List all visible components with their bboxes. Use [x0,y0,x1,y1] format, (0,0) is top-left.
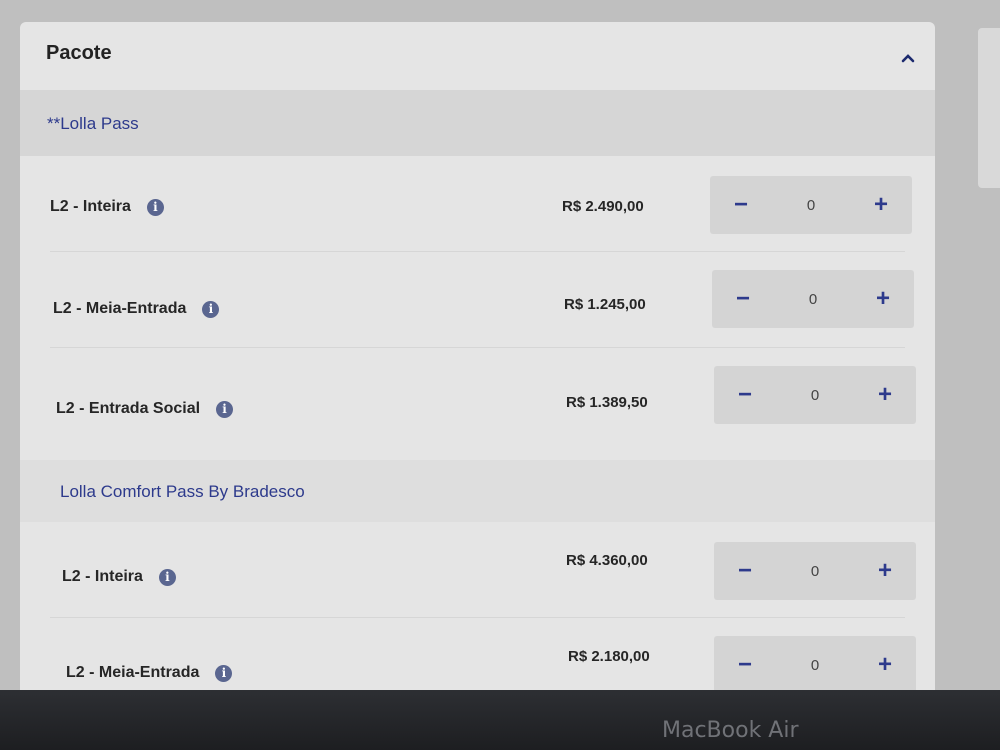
ticket-price: R$ 4.360,00 [566,552,648,569]
info-icon[interactable]: i [215,664,233,682]
collapse-button[interactable] [896,48,920,68]
quantity-value: 0 [810,656,820,674]
quantity-value: 0 [808,290,818,308]
plus-icon: + [877,557,892,584]
ticket-row: L2 - Inteira i R$ 2.490,00 − 0 + [20,156,935,252]
ticket-row: L2 - Entrada Social i R$ 1.389,50 − 0 + [20,348,935,460]
info-icon[interactable]: i [216,400,234,418]
card-header: Pacote [20,22,935,90]
minus-icon: − [737,557,752,584]
section-title: **Lolla Pass [47,114,139,133]
increment-button[interactable]: + [858,270,908,328]
ticket-price: R$ 2.180,00 [568,648,650,665]
info-icon[interactable]: i [202,300,220,318]
increment-button[interactable]: + [856,176,906,234]
ticket-label: L2 - Meia-Entrada i [66,664,233,682]
ticket-price: R$ 1.389,50 [566,394,648,411]
quantity-stepper: − 0 + [714,542,916,600]
quantity-stepper: − 0 + [714,366,916,424]
quantity-value: 0 [806,196,816,214]
decrement-button[interactable]: − [720,366,770,424]
ticket-label-text: L2 - Meia-Entrada [66,664,200,681]
ticket-row: L2 - Meia-Entrada i R$ 1.245,00 − 0 + [20,252,935,348]
quantity-stepper: − 0 + [712,270,914,328]
quantity-stepper: − 0 + [714,636,916,694]
ticket-price: R$ 1.245,00 [564,296,646,313]
increment-button[interactable]: + [860,636,910,694]
decrement-button[interactable]: − [720,542,770,600]
card-title: Pacote [46,42,112,64]
section-header-lolla-comfort-pass: Lolla Comfort Pass By Bradesco [20,460,935,522]
ticket-row: L2 - Inteira i R$ 4.360,00 − 0 + [20,522,935,618]
ticket-label-text: L2 - Entrada Social [56,400,201,417]
ticket-label: L2 - Inteira i [50,198,164,216]
package-card: Pacote **Lolla Pass L2 - Inteira i R$ 2.… [20,22,935,700]
ticket-price: R$ 2.490,00 [562,198,644,215]
ticket-label: L2 - Meia-Entrada i [53,300,220,318]
decrement-button[interactable]: − [720,636,770,694]
ticket-label: L2 - Inteira i [62,568,176,586]
plus-icon: + [877,651,892,678]
quantity-value: 0 [810,562,820,580]
minus-icon: − [735,285,750,312]
decrement-button[interactable]: − [716,176,766,234]
ticket-label-text: L2 - Meia-Entrada [53,300,187,317]
minus-icon: − [737,381,752,408]
chevron-up-icon [901,54,915,63]
info-icon[interactable]: i [158,568,176,586]
minus-icon: − [733,191,748,218]
side-panel [978,28,1000,188]
ticket-row: L2 - Meia-Entrada i R$ 2.180,00 − 0 + [20,618,935,700]
section-header-lolla-pass: **Lolla Pass [20,90,935,156]
device-brand-label: MacBook Air [662,718,799,743]
plus-icon: + [873,191,888,218]
plus-icon: + [877,381,892,408]
decrement-button[interactable]: − [718,270,768,328]
section-title: Lolla Comfort Pass By Bradesco [60,482,305,501]
ticket-label-text: L2 - Inteira [50,198,131,215]
info-icon[interactable]: i [146,198,164,216]
quantity-stepper: − 0 + [710,176,912,234]
minus-icon: − [737,651,752,678]
laptop-bezel [0,690,1000,750]
increment-button[interactable]: + [860,366,910,424]
ticket-label: L2 - Entrada Social i [56,400,234,418]
quantity-value: 0 [810,386,820,404]
plus-icon: + [875,285,890,312]
ticket-label-text: L2 - Inteira [62,568,143,585]
increment-button[interactable]: + [860,542,910,600]
